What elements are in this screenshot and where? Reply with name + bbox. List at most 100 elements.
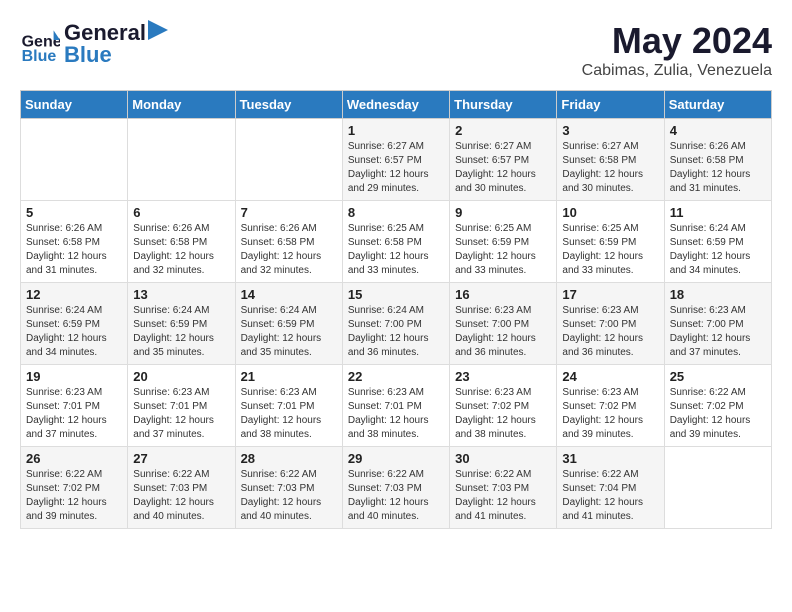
day-number: 17 [562, 287, 658, 302]
day-number: 14 [241, 287, 337, 302]
table-row: 10 Sunrise: 6:25 AM Sunset: 6:59 PM Dayli… [557, 201, 664, 283]
table-row [128, 119, 235, 201]
table-row: 29 Sunrise: 6:22 AM Sunset: 7:03 PM Dayli… [342, 447, 449, 529]
day-number: 31 [562, 451, 658, 466]
table-row: 1Sunrise: 6:27 AM Sunset: 6:57 PM Daylig… [342, 119, 449, 201]
day-info: Sunrise: 6:22 AM Sunset: 7:02 PM Dayligh… [670, 386, 766, 442]
day-number: 2 [455, 123, 551, 138]
table-row: 18Sunrise: 6:23 AM Sunset: 7:00 PM Dayli… [664, 283, 771, 365]
day-info: Sunrise: 6:27 AM Sunset: 6:58 PM Dayligh… [562, 140, 658, 196]
day-info: Sunrise: 6:26 AM Sunset: 6:58 PM Dayligh… [26, 222, 122, 278]
col-thursday: Thursday [450, 91, 557, 119]
table-row: 13Sunrise: 6:24 AM Sunset: 6:59 PM Dayli… [128, 283, 235, 365]
location-subtitle: Cabimas, Zulia, Venezuela [582, 62, 772, 80]
calendar-week-row: 12 Sunrise: 6:24 AM Sunset: 6:59 PM Dayli… [21, 283, 772, 365]
day-number: 23 [455, 369, 551, 384]
table-row [21, 119, 128, 201]
table-row: 4 Sunrise: 6:26 AM Sunset: 6:58 PM Daylig… [664, 119, 771, 201]
day-info: Sunrise: 6:25 AM Sunset: 6:59 PM Dayligh… [455, 222, 551, 278]
day-info: Sunrise: 6:22 AM Sunset: 7:03 PM Dayligh… [455, 468, 551, 524]
day-number: 4 [670, 123, 766, 138]
day-info: Sunrise: 6:23 AM Sunset: 7:00 PM Dayligh… [455, 304, 551, 360]
day-info: Sunrise: 6:23 AM Sunset: 7:01 PM Dayligh… [241, 386, 337, 442]
table-row: 7 Sunrise: 6:26 AM Sunset: 6:58 PM Daylig… [235, 201, 342, 283]
day-info: Sunrise: 6:24 AM Sunset: 6:59 PM Dayligh… [26, 304, 122, 360]
day-info: Sunrise: 6:22 AM Sunset: 7:03 PM Dayligh… [348, 468, 444, 524]
day-number: 22 [348, 369, 444, 384]
calendar-table: Sunday Monday Tuesday Wednesday Thursday… [20, 90, 772, 529]
day-number: 25 [670, 369, 766, 384]
day-number: 10 [562, 205, 658, 220]
col-saturday: Saturday [664, 91, 771, 119]
day-number: 29 [348, 451, 444, 466]
table-row: 9 Sunrise: 6:25 AM Sunset: 6:59 PM Daylig… [450, 201, 557, 283]
day-number: 7 [241, 205, 337, 220]
day-number: 9 [455, 205, 551, 220]
day-info: Sunrise: 6:23 AM Sunset: 7:02 PM Dayligh… [455, 386, 551, 442]
day-info: Sunrise: 6:23 AM Sunset: 7:01 PM Dayligh… [133, 386, 229, 442]
day-number: 28 [241, 451, 337, 466]
day-number: 16 [455, 287, 551, 302]
table-row: 25 Sunrise: 6:22 AM Sunset: 7:02 PM Dayli… [664, 365, 771, 447]
svg-text:Blue: Blue [22, 48, 57, 64]
table-row: 16 Sunrise: 6:23 AM Sunset: 7:00 PM Dayli… [450, 283, 557, 365]
day-number: 5 [26, 205, 122, 220]
day-number: 12 [26, 287, 122, 302]
day-number: 20 [133, 369, 229, 384]
table-row: 3 Sunrise: 6:27 AM Sunset: 6:58 PM Daylig… [557, 119, 664, 201]
table-row: 31 Sunrise: 6:22 AM Sunset: 7:04 PM Dayli… [557, 447, 664, 529]
day-info: Sunrise: 6:23 AM Sunset: 7:00 PM Dayligh… [562, 304, 658, 360]
table-row [664, 447, 771, 529]
day-number: 26 [26, 451, 122, 466]
day-info: Sunrise: 6:22 AM Sunset: 7:04 PM Dayligh… [562, 468, 658, 524]
table-row: 15 Sunrise: 6:24 AM Sunset: 7:00 PM Dayli… [342, 283, 449, 365]
day-info: Sunrise: 6:22 AM Sunset: 7:03 PM Dayligh… [133, 468, 229, 524]
day-number: 3 [562, 123, 658, 138]
day-info: Sunrise: 6:24 AM Sunset: 6:59 PM Dayligh… [670, 222, 766, 278]
table-row: 28Sunrise: 6:22 AM Sunset: 7:03 PM Dayli… [235, 447, 342, 529]
col-friday: Friday [557, 91, 664, 119]
day-number: 19 [26, 369, 122, 384]
day-info: Sunrise: 6:26 AM Sunset: 6:58 PM Dayligh… [241, 222, 337, 278]
table-row: 27 Sunrise: 6:22 AM Sunset: 7:03 PM Dayli… [128, 447, 235, 529]
day-number: 1 [348, 123, 444, 138]
day-info: Sunrise: 6:23 AM Sunset: 7:02 PM Dayligh… [562, 386, 658, 442]
table-row: 8 Sunrise: 6:25 AM Sunset: 6:58 PM Daylig… [342, 201, 449, 283]
day-info: Sunrise: 6:27 AM Sunset: 6:57 PM Dayligh… [455, 140, 551, 196]
logo-icon: General Blue [20, 24, 60, 64]
day-number: 11 [670, 205, 766, 220]
day-number: 24 [562, 369, 658, 384]
day-info: Sunrise: 6:24 AM Sunset: 7:00 PM Dayligh… [348, 304, 444, 360]
day-info: Sunrise: 6:22 AM Sunset: 7:02 PM Dayligh… [26, 468, 122, 524]
day-info: Sunrise: 6:26 AM Sunset: 6:58 PM Dayligh… [133, 222, 229, 278]
day-info: Sunrise: 6:24 AM Sunset: 6:59 PM Dayligh… [241, 304, 337, 360]
day-info: Sunrise: 6:23 AM Sunset: 7:01 PM Dayligh… [26, 386, 122, 442]
table-row: 20 Sunrise: 6:23 AM Sunset: 7:01 PM Dayli… [128, 365, 235, 447]
table-row: 21 Sunrise: 6:23 AM Sunset: 7:01 PM Dayli… [235, 365, 342, 447]
calendar-week-row: 1 Sunrise: 6:27 AM Sunset: 6:57 PM Daylig… [21, 119, 772, 201]
table-row: 11 Sunrise: 6:24 AM Sunset: 6:59 PM Dayli… [664, 201, 771, 283]
month-year-title: May 2024 [582, 20, 772, 62]
title-section: May 2024 Cabimas, Zulia, Venezuela [582, 20, 772, 80]
col-wednesday: Wednesday [342, 91, 449, 119]
day-info: Sunrise: 6:25 AM Sunset: 6:59 PM Dayligh… [562, 222, 658, 278]
table-row: 22 Sunrise: 6:23 AM Sunset: 7:01 PM Dayli… [342, 365, 449, 447]
col-monday: Monday [128, 91, 235, 119]
day-number: 30 [455, 451, 551, 466]
day-number: 21 [241, 369, 337, 384]
day-number: 15 [348, 287, 444, 302]
table-row: 19 Sunrise: 6:23 AM Sunset: 7:01 PM Dayli… [21, 365, 128, 447]
col-tuesday: Tuesday [235, 91, 342, 119]
day-number: 8 [348, 205, 444, 220]
day-info: Sunrise: 6:23 AM Sunset: 7:01 PM Dayligh… [348, 386, 444, 442]
logo: General Blue General Blue [20, 20, 170, 68]
day-info: Sunrise: 6:24 AM Sunset: 6:59 PM Dayligh… [133, 304, 229, 360]
day-info: Sunrise: 6:26 AM Sunset: 6:58 PM Dayligh… [670, 140, 766, 196]
day-info: Sunrise: 6:25 AM Sunset: 6:58 PM Dayligh… [348, 222, 444, 278]
table-row: 2 Sunrise: 6:27 AM Sunset: 6:57 PM Daylig… [450, 119, 557, 201]
day-number: 18 [670, 287, 766, 302]
table-row: 17 Sunrise: 6:23 AM Sunset: 7:00 PM Dayli… [557, 283, 664, 365]
table-row [235, 119, 342, 201]
table-row: 12 Sunrise: 6:24 AM Sunset: 6:59 PM Dayli… [21, 283, 128, 365]
day-number: 27 [133, 451, 229, 466]
